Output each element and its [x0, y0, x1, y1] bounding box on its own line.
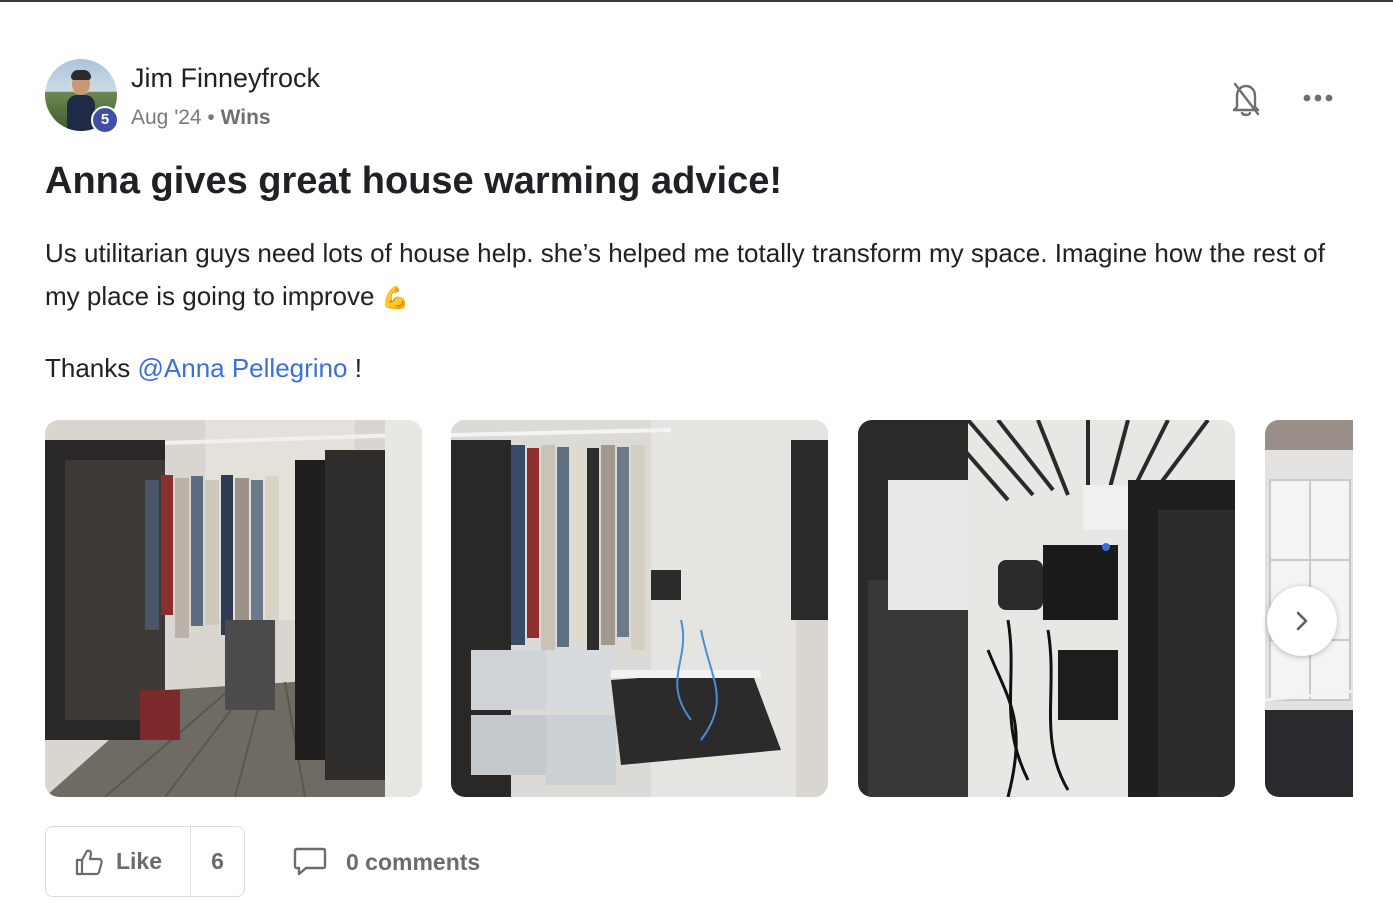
post-body: Us utilitarian guys need lots of house h…	[45, 232, 1345, 319]
like-control: Like 6	[45, 826, 245, 897]
bell-off-icon[interactable]	[1229, 80, 1263, 118]
user-mention-link[interactable]: @Anna Pellegrino	[138, 353, 348, 383]
chevron-right-icon	[1296, 611, 1308, 631]
thanks-prefix: Thanks	[45, 353, 131, 383]
flexed-biceps-emoji: 💪	[381, 285, 410, 310]
closet-photo-3[interactable]	[858, 420, 1235, 797]
post-meta: Aug '24 • Wins	[131, 106, 271, 130]
comments-button[interactable]: 0 comments	[292, 840, 480, 884]
like-button[interactable]: Like	[46, 827, 191, 896]
image-gallery	[45, 420, 1353, 797]
comment-icon	[293, 847, 327, 876]
thumbs-up-icon	[75, 849, 103, 875]
gallery-next-button[interactable]	[1267, 586, 1337, 656]
post-category[interactable]: Wins	[221, 106, 271, 129]
post-date: Aug '24	[131, 106, 202, 129]
thanks-suffix: !	[354, 353, 362, 383]
closet-photo-2[interactable]	[451, 420, 828, 797]
closet-photo-1[interactable]	[45, 420, 422, 797]
more-horizontal-icon[interactable]	[1298, 84, 1338, 112]
post-title: Anna gives great house warming advice!	[45, 160, 782, 202]
top-border	[0, 0, 1393, 2]
meta-separator: •	[207, 106, 215, 129]
author-name[interactable]: Jim Finneyfrock	[131, 63, 320, 94]
author-avatar[interactable]: 5	[45, 59, 119, 134]
post-body-text: Us utilitarian guys need lots of house h…	[45, 238, 1325, 311]
thanks-line: Thanks @Anna Pellegrino !	[45, 347, 362, 390]
level-badge: 5	[91, 106, 119, 134]
like-label: Like	[115, 848, 163, 874]
like-count[interactable]: 6	[191, 827, 244, 896]
comments-count-label: 0 comments	[346, 848, 481, 875]
